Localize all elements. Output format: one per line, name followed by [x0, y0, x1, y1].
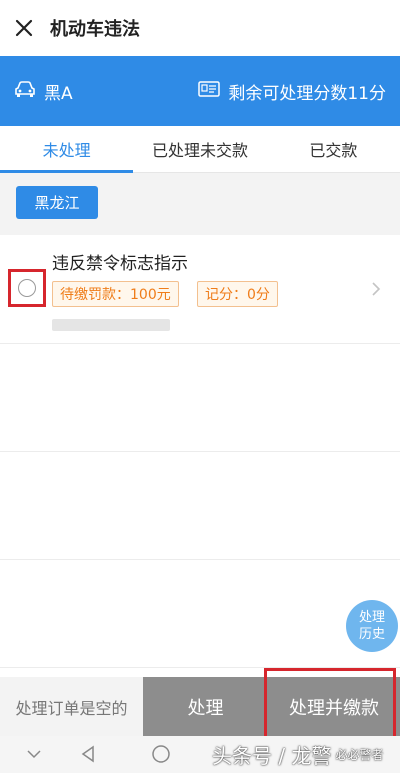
watermark-text: 头条号 / 龙警: [212, 744, 332, 768]
region-filter-bar: 黑龙江: [0, 173, 400, 235]
title-bar: 机动车违法: [0, 0, 400, 56]
status-tabs: 未处理 已处理未交款 已交款: [0, 126, 400, 173]
tab-paid[interactable]: 已交款: [267, 126, 400, 172]
page-title: 机动车违法: [50, 19, 140, 40]
nav-back-icon[interactable]: [80, 744, 96, 768]
divider: [0, 559, 400, 560]
remaining-points: 剩余可处理分数11分: [198, 79, 386, 104]
select-radio[interactable]: [18, 279, 36, 297]
region-button[interactable]: 黑龙江: [16, 186, 98, 219]
divider: [0, 667, 400, 668]
id-card-icon: [198, 81, 221, 101]
empty-order-note: 处理订单是空的: [0, 677, 143, 736]
nav-down-icon[interactable]: [26, 744, 42, 768]
tab-processed-unpaid[interactable]: 已处理未交款: [133, 126, 266, 172]
process-button[interactable]: 处理: [143, 677, 268, 736]
divider: [0, 343, 400, 344]
watermark-small-text: 必必警者: [335, 748, 384, 762]
history-button[interactable]: 处理 历史: [346, 600, 398, 652]
divider: [0, 451, 400, 452]
violation-list: 违反禁令标志指示 待缴罚款：100元 记分：0分: [0, 235, 400, 677]
points-badge: 记分：0分: [197, 281, 278, 307]
watermark: 头条号 / 龙警 必必警者: [212, 740, 383, 769]
bottom-action-bar: 处理订单是空的 处理 处理并缴款: [0, 677, 400, 736]
process-and-pay-button[interactable]: 处理并缴款: [268, 677, 400, 736]
vehicle-plate: 黑A: [14, 79, 73, 104]
chevron-right-icon: [371, 281, 381, 300]
history-label-line1: 处理: [358, 610, 385, 625]
select-checkbox-highlight: [8, 269, 46, 307]
list-item[interactable]: 违反禁令标志指示 待缴罚款：100元 记分：0分: [0, 235, 400, 343]
fine-badge: 待缴罚款：100元: [52, 281, 179, 307]
vehicle-info-bar: 黑A 剩余可处理分数11分: [0, 56, 400, 126]
plate-number: 黑A: [44, 83, 73, 104]
nav-home-icon[interactable]: [151, 744, 171, 768]
violation-title: 违反禁令标志指示: [52, 254, 188, 274]
tab-unprocessed[interactable]: 未处理: [0, 126, 134, 173]
remaining-points-text: 剩余可处理分数11分: [228, 83, 386, 104]
history-label-line2: 历史: [358, 627, 385, 642]
blurred-detail: [52, 319, 170, 331]
car-icon: [14, 80, 36, 102]
close-icon[interactable]: [2, 0, 46, 56]
